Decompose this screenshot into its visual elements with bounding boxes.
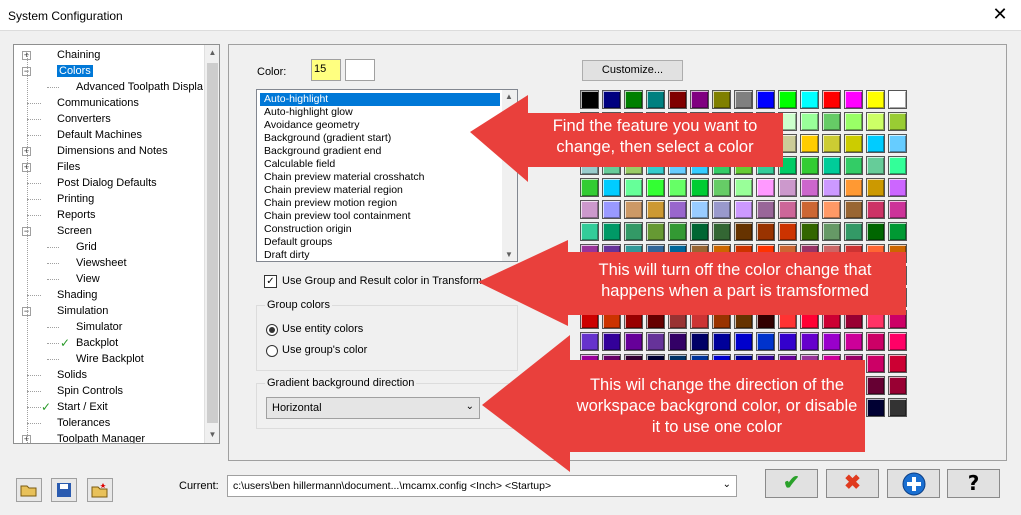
callout-arrows	[470, 95, 906, 472]
save-icon	[57, 483, 71, 497]
save-config-button[interactable]	[51, 478, 77, 502]
current-label: Current:	[179, 480, 219, 492]
plus-circle-icon	[902, 472, 925, 496]
merge-config-button[interactable]	[87, 478, 113, 502]
chevron-down-icon: ⌄	[722, 479, 731, 490]
help-button[interactable]: ?	[947, 469, 1000, 498]
help-icon: ?	[967, 471, 980, 495]
callout-text-3: This wil change the direction of the wor…	[576, 376, 858, 436]
open-config-button[interactable]	[16, 478, 42, 502]
folder-merge-icon	[91, 483, 108, 498]
checkmark-icon: ✔	[783, 472, 800, 494]
apply-button[interactable]	[887, 469, 940, 498]
cancel-button[interactable]: ✖	[826, 469, 879, 498]
callout-text-1: Find the feature you want to change, the…	[552, 117, 758, 156]
callout-text-2: This will turn off the color change that…	[598, 261, 872, 300]
cross-icon: ✖	[844, 472, 861, 494]
current-config-select[interactable]: c:\users\ben hillermann\document...\mcam…	[227, 475, 737, 497]
folder-open-icon	[20, 485, 37, 497]
current-config-value: c:\users\ben hillermann\document...\mcam…	[233, 480, 552, 492]
ok-button[interactable]: ✔	[765, 469, 818, 498]
